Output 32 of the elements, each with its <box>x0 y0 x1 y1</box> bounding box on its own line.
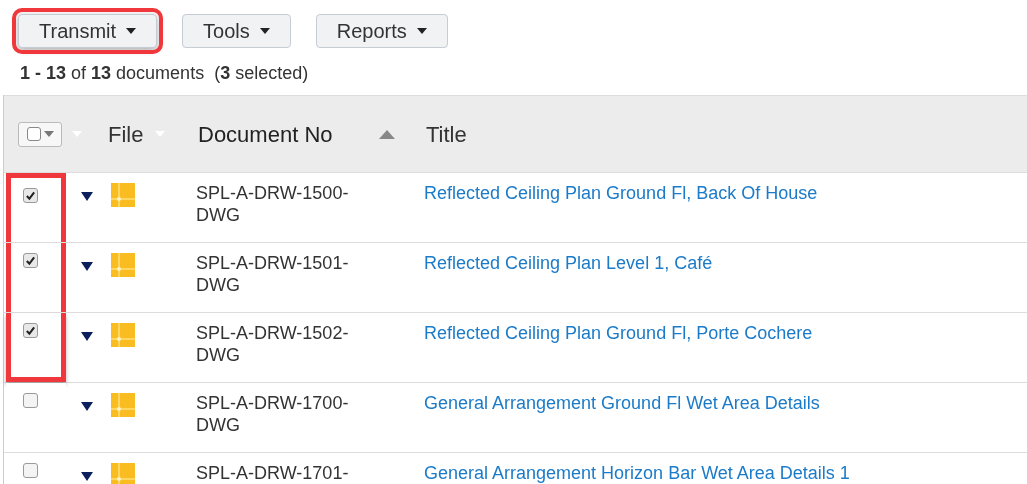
document-title-link[interactable]: General Arrangement Ground Fl Wet Area Details <box>424 393 820 413</box>
row-checkbox[interactable] <box>23 463 38 478</box>
sort-ascending-icon[interactable] <box>378 129 395 139</box>
document-number: SPL-A-DRW-1700- DWG <box>196 392 350 437</box>
caret-icon <box>43 131 54 137</box>
document-title-link[interactable]: General Arrangement Horizon Bar Wet Area Details 1 <box>424 463 850 483</box>
row-checkbox[interactable] <box>23 393 38 408</box>
expand-caret-icon[interactable] <box>81 332 93 341</box>
document-number: SPL-A-DRW-1501- DWG <box>196 252 350 297</box>
row-checkbox[interactable] <box>23 323 38 338</box>
document-title-link[interactable]: Reflected Ceiling Plan Ground Fl, Back Of House <box>424 183 818 203</box>
row-checkbox[interactable] <box>23 253 38 268</box>
column-header[interactable]: Title <box>426 117 467 151</box>
column-header[interactable]: Document No <box>198 117 333 151</box>
expand-caret-icon[interactable] <box>81 472 93 481</box>
caret-icon <box>126 28 137 34</box>
document-title-link[interactable]: Reflected Ceiling Plan Level 1, Café <box>424 253 713 273</box>
document-number: SPL-A-DRW-1500- DWG <box>196 182 350 227</box>
expand-caret-icon[interactable] <box>81 192 93 201</box>
column-header[interactable]: File <box>108 117 144 151</box>
caret-icon <box>259 28 270 34</box>
caret-icon <box>416 28 427 34</box>
document-title-link[interactable]: Reflected Ceiling Plan Ground Fl, Porte Cochere <box>424 323 813 343</box>
expand-caret-icon[interactable] <box>81 262 93 271</box>
select-all-dropdown[interactable] <box>18 121 62 147</box>
document-number: SPL-A-DRW-1502- DWG <box>196 322 350 367</box>
row-checkbox[interactable] <box>23 188 38 203</box>
toolbar-dropdown-button[interactable]: Reports <box>315 14 448 48</box>
toolbar-dropdown-button[interactable]: Tools <box>182 14 291 48</box>
document-count: 1 - 13 of 13 documents (3 selected) <box>19 62 310 85</box>
document-number: SPL-A-DRW-1701- <box>196 462 350 484</box>
expand-caret-icon[interactable] <box>81 402 93 411</box>
